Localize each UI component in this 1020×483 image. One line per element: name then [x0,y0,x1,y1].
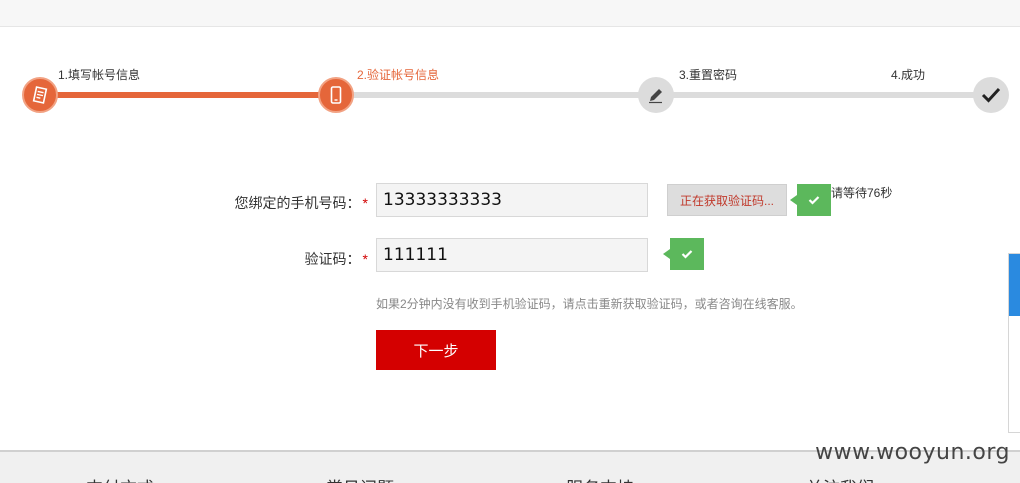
footer-item-support[interactable]: 服务支持 [566,474,634,483]
check-icon [981,87,1001,103]
code-input[interactable]: 111111 [376,238,648,272]
hint-text: 如果2分钟内没有收到手机验证码，请点击重新获取验证码，或者咨询在线客服。 [376,297,803,311]
step-3-label: 3.重置密码 [679,68,738,82]
next-step-button[interactable]: 下一步 [376,330,496,370]
footer-item-faq[interactable]: 常见问题 [326,474,394,483]
side-float-widget[interactable] [1008,253,1020,433]
phone-icon [330,86,342,104]
watermark: www.wooyun.org [815,440,1010,465]
check-icon [681,250,693,259]
pencil-icon [649,89,662,104]
step-1-label: 1.填写帐号信息 [58,68,141,82]
document-icon [32,86,48,104]
top-bar [0,0,1020,27]
step-2-circle [318,77,354,113]
phone-label-text: 您绑定的手机号码： [234,195,361,211]
step-1-circle [22,77,58,113]
code-label: 验证码： * [200,249,368,269]
phone-input[interactable]: 13333333333 [376,183,648,217]
step-4-label: 4.成功 [891,68,926,82]
phone-label: 您绑定的手机号码： * [200,193,368,213]
get-code-button[interactable]: 正在获取验证码... [667,184,787,216]
progress-track-done [40,92,336,98]
footer-item-payment[interactable]: 支付方式 [86,474,154,483]
progress-steps: 1.填写帐号信息 2.验证帐号信息 3.重置密码 4.成功 [0,60,1020,120]
side-widget-bar [1009,254,1020,316]
footer-item-follow[interactable]: 关注我们 [806,474,874,483]
code-label-text: 验证码： [304,251,361,267]
required-mark: * [362,251,368,267]
phone-valid-badge [790,184,831,216]
step-3-circle [638,77,674,113]
code-valid-badge [663,238,704,270]
required-mark: * [362,195,368,211]
step-4-circle [973,77,1009,113]
countdown-text: 请等待76秒 [831,186,893,200]
check-icon [808,196,820,205]
step-2-label: 2.验证帐号信息 [357,68,440,82]
